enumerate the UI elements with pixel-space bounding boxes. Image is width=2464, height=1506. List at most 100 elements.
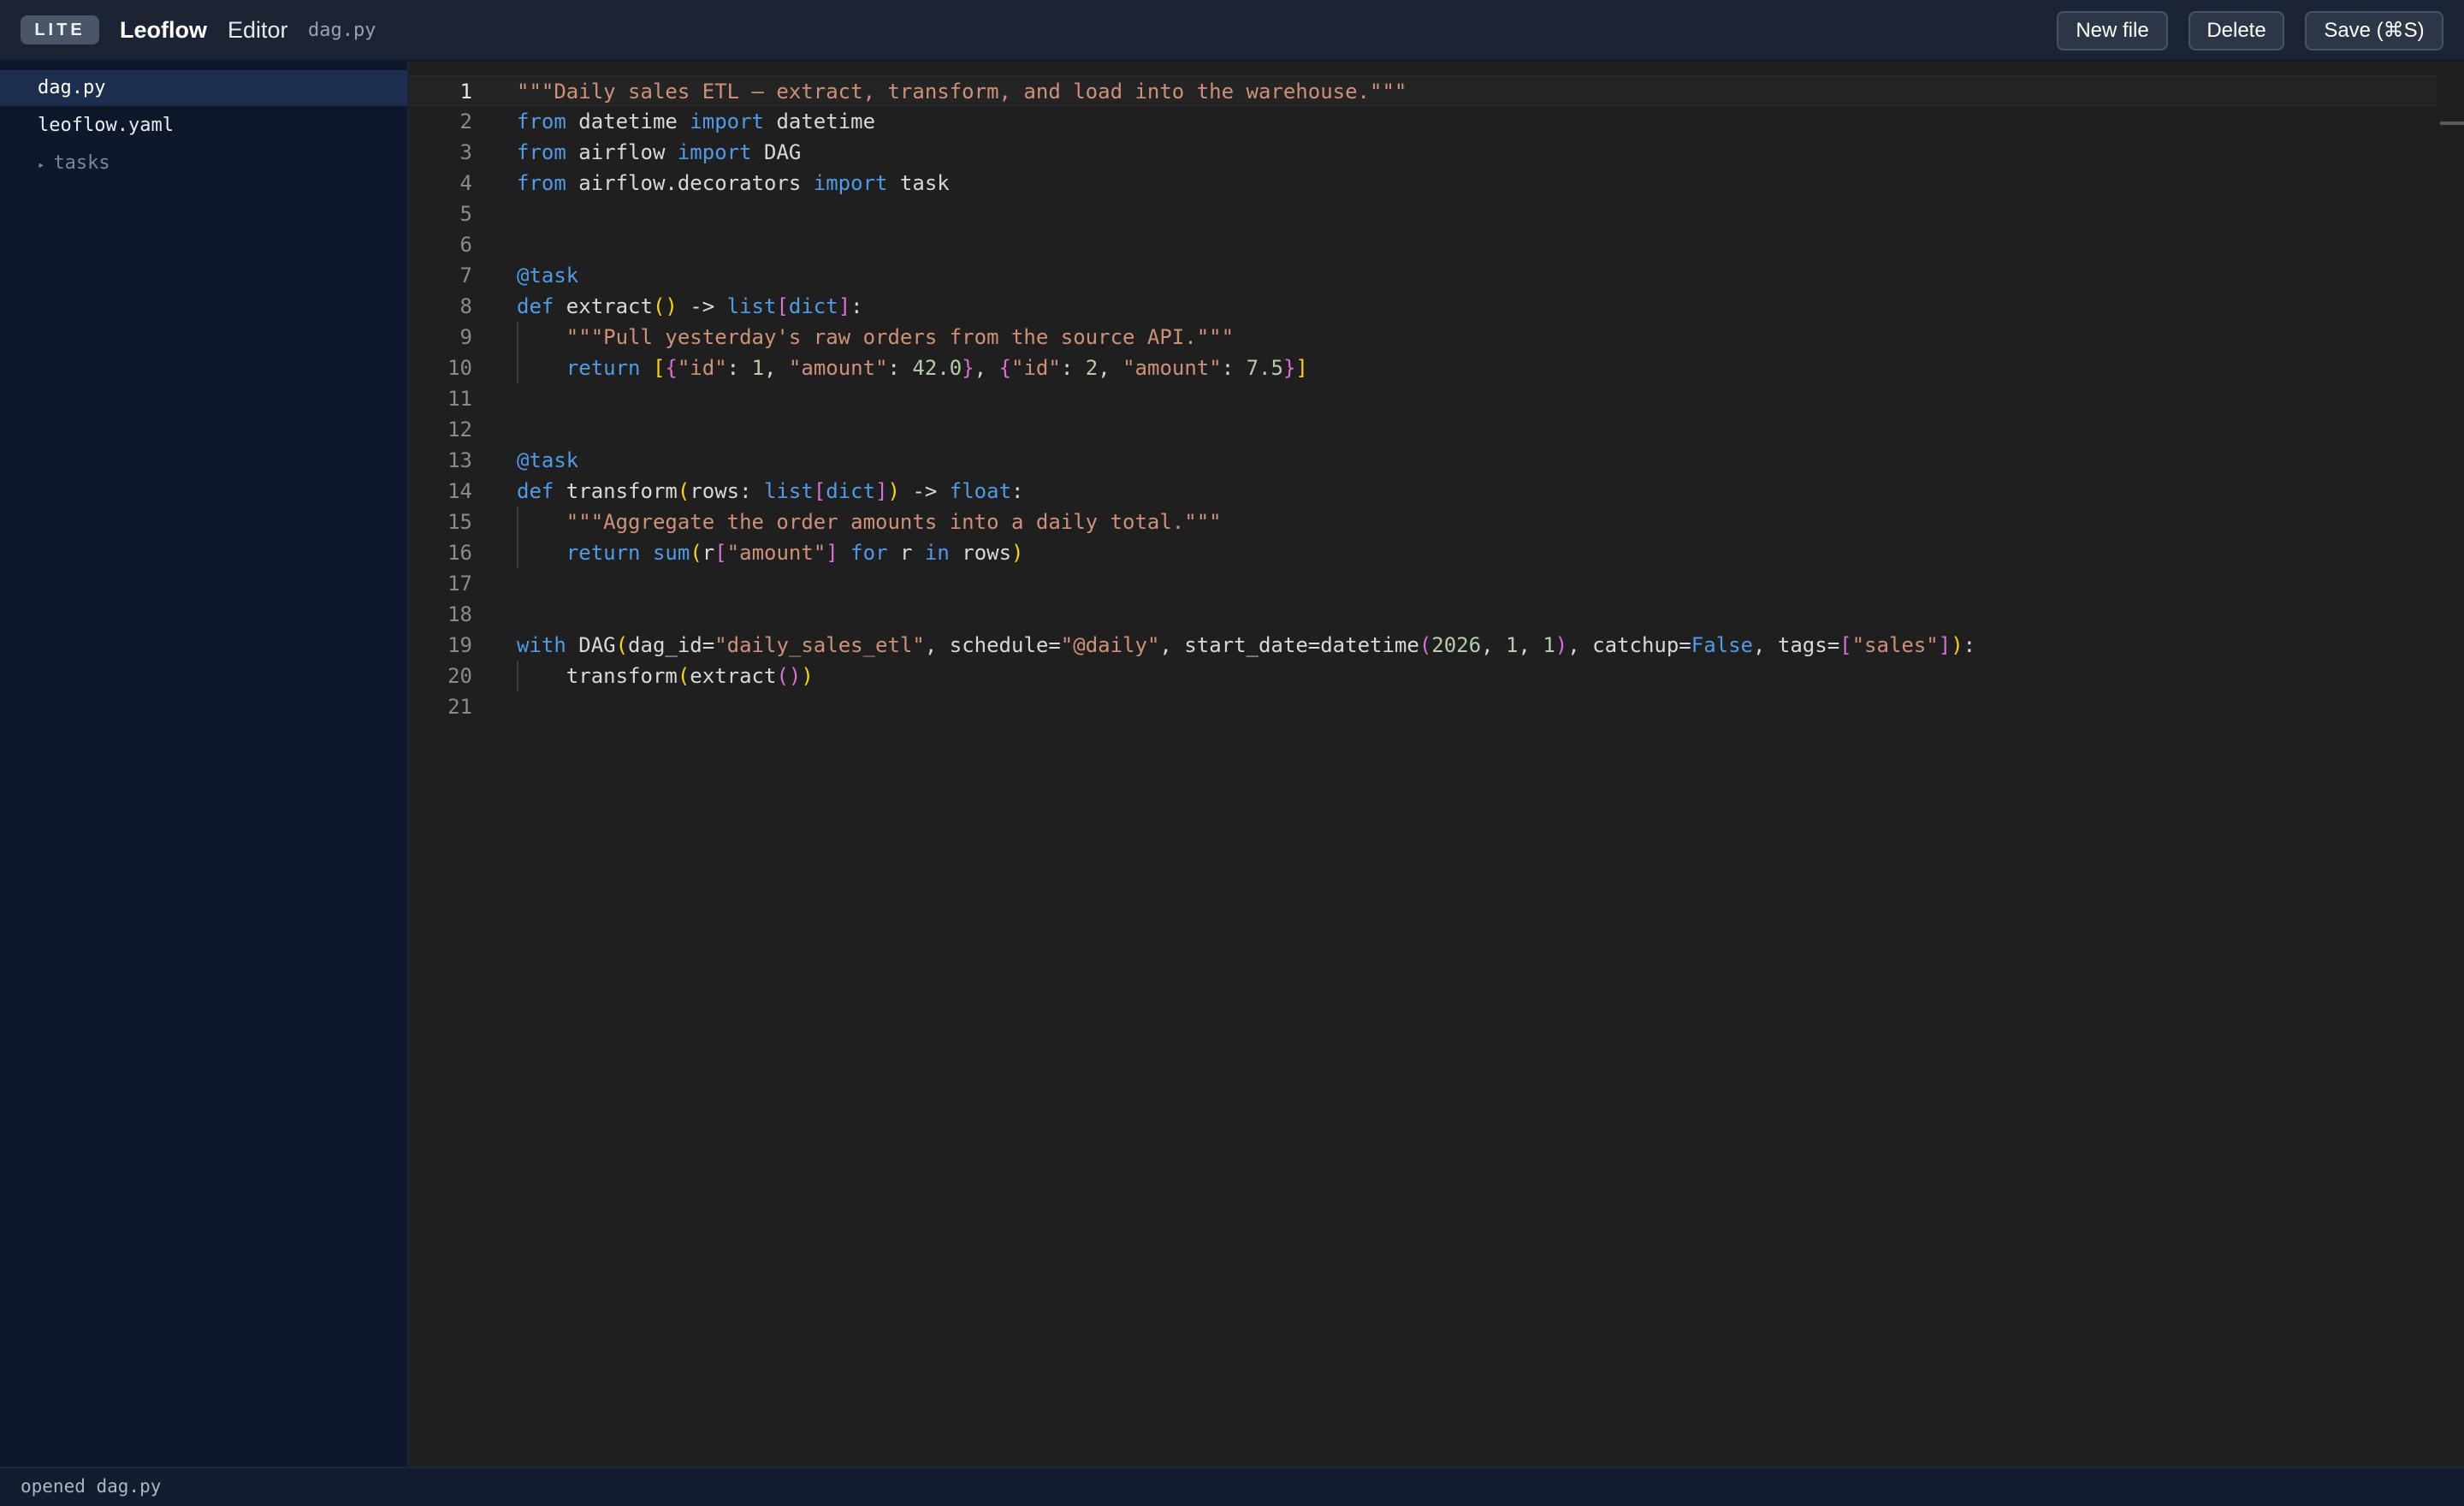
code-line[interactable]: 21 <box>409 691 2437 722</box>
code-token: datetime <box>764 110 876 133</box>
code-token: import <box>677 140 752 164</box>
line-number: 5 <box>459 202 472 226</box>
code-line[interactable]: 13 @task <box>409 445 2437 476</box>
chevron-right-icon: ▸ <box>38 158 45 172</box>
code-text: from datetime import datetime <box>517 106 875 137</box>
code-token: datetime <box>566 110 690 133</box>
code-token: extract <box>690 664 777 688</box>
code-line[interactable]: 17 <box>409 568 2437 599</box>
code-text: """Aggregate the order amounts into a da… <box>517 507 1222 537</box>
code-token: : <box>1060 356 1086 380</box>
line-number: 12 <box>447 418 472 442</box>
code-token: float <box>949 479 1012 503</box>
code-token: -> <box>899 479 950 503</box>
line-number: 16 <box>447 541 472 565</box>
lite-badge: LITE <box>21 15 99 44</box>
code-text: from airflow import DAG <box>517 137 801 168</box>
folder-item-tasks[interactable]: ▸ tasks <box>0 145 407 181</box>
code-line[interactable]: 19 with DAG(dag_id="daily_sales_etl", sch… <box>409 630 2437 661</box>
scrollbar-marker[interactable] <box>2440 122 2464 125</box>
code-line[interactable]: 8 def extract() -> list[dict]: <box>409 291 2437 322</box>
code-line[interactable]: 20 transform(extract()) <box>409 661 2437 691</box>
code-editor[interactable]: 1 """Daily sales ETL — extract, transform… <box>409 62 2464 1467</box>
code-token: for <box>850 541 888 565</box>
code-token: extract <box>554 294 653 318</box>
code-line[interactable]: 5 <box>409 199 2437 229</box>
code-token: airflow <box>566 140 678 164</box>
line-number: 20 <box>447 664 472 688</box>
code-line[interactable]: 16 return sum(r["amount"] for r in rows) <box>409 537 2437 568</box>
delete-button[interactable]: Delete <box>2189 11 2284 50</box>
line-number: 19 <box>447 633 472 657</box>
code-token: , start_date=datetime <box>1159 633 1419 657</box>
code-line[interactable]: 14 def transform(rows: list[dict]) -> flo… <box>409 476 2437 507</box>
file-item-leoflow-yaml[interactable]: leoflow.yaml <box>0 108 407 144</box>
line-number: 17 <box>447 572 472 596</box>
code-token: , tags= <box>1753 633 1840 657</box>
code-text: @task <box>517 260 578 291</box>
code-token: [ <box>776 294 789 318</box>
code-token: sum <box>652 541 690 565</box>
code-token: ( <box>677 479 690 503</box>
file-item-dag-py[interactable]: dag.py <box>0 70 407 106</box>
code-line[interactable]: 15 """Aggregate the order amounts into a… <box>409 507 2437 537</box>
code-token: : <box>850 294 863 318</box>
code-token: : <box>1221 356 1247 380</box>
code-token: , <box>974 356 999 380</box>
save-button[interactable]: Save (⌘S) <box>2305 11 2443 50</box>
code-token: 1 <box>751 356 765 380</box>
code-token: """Aggregate the order amounts into a da… <box>566 510 1222 534</box>
code-token: "amount" <box>1122 356 1222 380</box>
code-token: , catchup= <box>1567 633 1691 657</box>
line-number: 14 <box>447 479 472 503</box>
code-line[interactable]: 9 """Pull yesterday's raw orders from th… <box>409 322 2437 353</box>
code-token: def <box>517 479 554 503</box>
code-token: transform <box>517 664 678 688</box>
line-number: 8 <box>459 294 472 318</box>
code-line[interactable]: 2 from datetime import datetime <box>409 106 2437 137</box>
code-token: , <box>1481 633 1506 657</box>
code-token: ( <box>677 664 690 688</box>
app-brand: Leoflow <box>120 17 207 43</box>
line-number: 9 <box>459 325 472 349</box>
code-token: dict <box>788 294 838 318</box>
code-line[interactable]: 3 from airflow import DAG <box>409 137 2437 168</box>
code-token: [ <box>813 479 826 503</box>
code-token: } <box>962 356 974 380</box>
code-token: from <box>517 171 566 195</box>
code-token: : <box>887 356 913 380</box>
code-line[interactable]: 11 <box>409 383 2437 414</box>
status-message: opened dag.py <box>21 1476 162 1497</box>
code-token: { <box>998 356 1012 380</box>
code-line[interactable]: 12 <box>409 414 2437 445</box>
code-line[interactable]: 7 @task <box>409 260 2437 291</box>
line-number: 10 <box>447 356 472 380</box>
code-token: rows <box>949 541 1012 565</box>
code-token: ( <box>615 633 629 657</box>
code-token: rows: <box>690 479 765 503</box>
code-token: , <box>1098 356 1123 380</box>
code-line[interactable]: 10 return [{"id": 1, "amount": 42.0}, {"… <box>409 353 2437 383</box>
code-token: : <box>726 356 752 380</box>
top-bar: LITE Leoflow Editor dag.py New file Dele… <box>0 0 2464 62</box>
code-line[interactable]: 18 <box>409 599 2437 630</box>
code-line[interactable]: 6 <box>409 229 2437 260</box>
code-token: list <box>764 479 814 503</box>
new-file-button[interactable]: New file <box>2057 11 2168 50</box>
code-token: 2026 <box>1431 633 1482 657</box>
code-token: "id" <box>677 356 727 380</box>
code-token: dict <box>826 479 876 503</box>
code-token: 2 <box>1085 356 1099 380</box>
code-line[interactable]: 1 """Daily sales ETL — extract, transform… <box>409 75 2437 106</box>
line-number: 2 <box>459 110 472 133</box>
code-line[interactable]: 4 from airflow.decorators import task <box>409 168 2437 199</box>
file-sidebar: dag.py leoflow.yaml ▸ tasks <box>0 62 409 1467</box>
line-number: 15 <box>447 510 472 534</box>
code-text: def extract() -> list[dict]: <box>517 291 863 322</box>
code-token: import <box>813 171 888 195</box>
code-token: ] <box>1295 356 1308 380</box>
code-token: r <box>702 541 715 565</box>
